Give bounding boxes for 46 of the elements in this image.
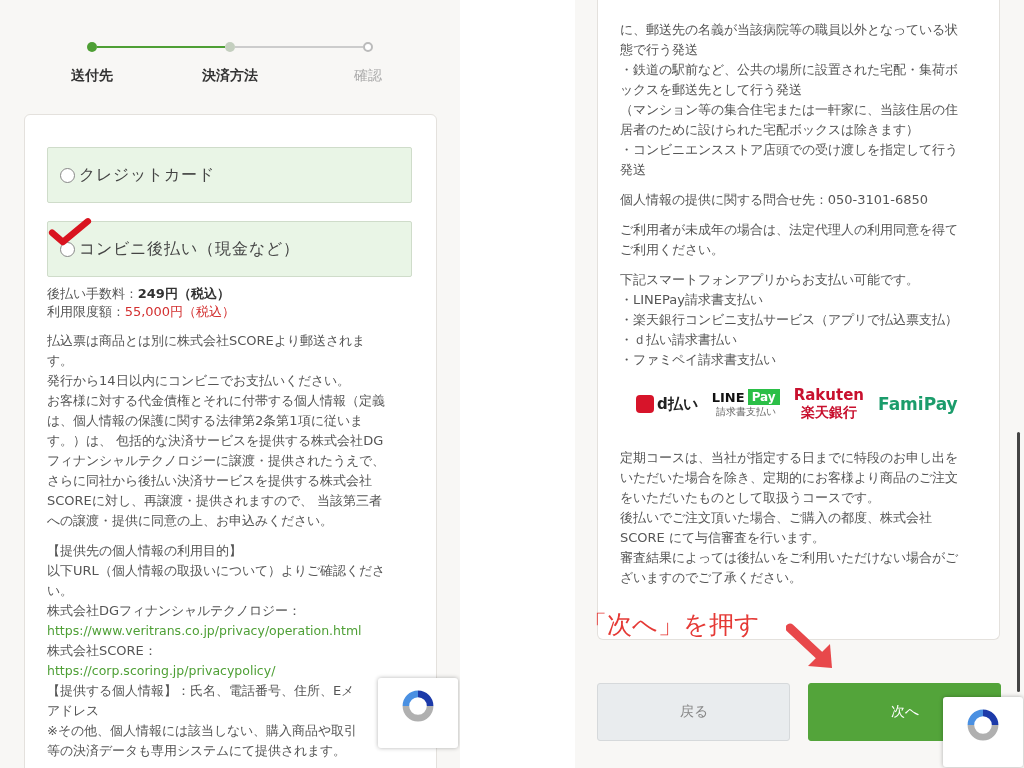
body-text: 株式会社DGフィナンシャルテクノロジー： bbox=[47, 602, 303, 620]
body-text: ご利用者が未成年の場合は、法定代理人の利用同意を得てご利用ください。 bbox=[620, 221, 959, 259]
body-text: 下記スマートフォンアプリからお支払い可能です。 bbox=[620, 271, 920, 289]
body-text: ・LINEPay請求書支払い bbox=[620, 291, 764, 309]
body-text: （マンション等の集合住宅または一軒家に、当該住居の住居者のために設けられた宅配ボックスは除きます） bbox=[620, 101, 959, 139]
body-text: に、郵送先の名義が当該病院等の職員以外となっている状態で行う発送 bbox=[620, 21, 959, 59]
captcha-toast[interactable] bbox=[943, 697, 1023, 767]
body-text: 後払いでご注文頂いた場合、ご購入の都度、株式会社SCORE にて与信審査を行います。 bbox=[620, 509, 933, 547]
body-text: 等の決済データも専用システムにて提供されます。 bbox=[47, 742, 347, 760]
body-text: ・コンビニエンスストア店頭での受け渡しを指定して行う発送 bbox=[620, 141, 959, 179]
body-text: アドレス bbox=[47, 702, 100, 720]
rakuten-logo: Rakuten 楽天銀行 bbox=[793, 387, 865, 421]
link[interactable]: https://www.veritrans.co.jp/privacy/operation.html bbox=[47, 621, 389, 641]
back-button[interactable]: 戻る bbox=[597, 683, 790, 741]
step-label: 確認 bbox=[354, 67, 382, 85]
body-text: 審査結果によっては後払いをご利用いただけない場合がございますのでご了承ください。 bbox=[620, 549, 959, 587]
body-text: ・楽天銀行コンビニ支払サービス（アプリで払込票支払） bbox=[620, 311, 959, 329]
body-text: 払込票は商品とは別に株式会社SCOREより郵送されます。 bbox=[47, 332, 366, 370]
step-label: 送付先 bbox=[71, 67, 113, 85]
body-text: 個人情報の提供に関する問合せ先 : 050-3101-6850 bbox=[620, 191, 929, 209]
link[interactable]: https://corp.scoring.jp/privacypolicy/ bbox=[47, 661, 389, 681]
fee-label: 後払い手数料 : bbox=[47, 286, 135, 301]
body-text: 株式会社SCORE： bbox=[47, 642, 158, 660]
body-text: 定期コースは、当社が指定する日までに特段のお申し出をいただいた場合を除き、定期的にお客様より商品のご注文をいただいたものとして取扱うコースです。 bbox=[620, 449, 959, 507]
body-text: ※その他、個人情報には該当しない、購入商品や取引 bbox=[47, 722, 358, 740]
fee-label: 利用限度額 : bbox=[47, 304, 122, 319]
payment-option[interactable]: クレジットカード bbox=[47, 147, 412, 203]
linepay-logo: LINE Pay 請求書支払い bbox=[711, 389, 780, 419]
body-text: 【提供先の個人情報の利用目的】 bbox=[47, 542, 243, 560]
step-label: 決済方法 bbox=[202, 67, 258, 85]
body-text: 以下URL（個人情報の取扱いについて）よりご確認ください。 bbox=[47, 562, 386, 600]
famipay-logo: FamiPay bbox=[878, 394, 958, 414]
annotation-text: 「次へ」を押す bbox=[582, 609, 760, 641]
body-text: ・鉄道の駅前など、公共の場所に設置された宅配・集荷ボックスを郵送先として行う発送 bbox=[620, 61, 959, 99]
scrollbar[interactable] bbox=[1017, 432, 1020, 692]
body-text: 【提供する個人情報】：氏名、電話番号、住所、Eメ bbox=[47, 682, 356, 700]
payment-option[interactable]: コンビニ後払い（現金など） bbox=[47, 221, 412, 277]
body-text: 発行から14日以内にコンビニでお支払いください。 bbox=[47, 372, 351, 390]
body-text: お客様に対する代金債権とそれに付帯する個人情報（定義は、個人情報の保護に関する法律第2条第1項に従います。）は、 包括的な決済サービスを提供する株式会社DGフィナンシャルテクノロジーに譲渡・提供されたうえで、さらに同社から後払い決済サービスを提供する株式会社SCOREに対し、再譲渡・提供されますので、 当該第三者への譲渡・提供に同意の上、お申込みください。 bbox=[47, 392, 386, 530]
fee-value: 249円（税込） bbox=[137, 286, 230, 301]
body-text: ・ファミペイ請求書支払い bbox=[620, 351, 777, 369]
dpay-logo: d払い bbox=[636, 394, 698, 414]
radio-button[interactable] bbox=[60, 167, 75, 183]
body-text: ・ｄ払い請求書払い bbox=[620, 331, 738, 349]
fee-value: 55,000円（税込） bbox=[124, 304, 236, 319]
captcha-toast[interactable] bbox=[378, 678, 458, 748]
